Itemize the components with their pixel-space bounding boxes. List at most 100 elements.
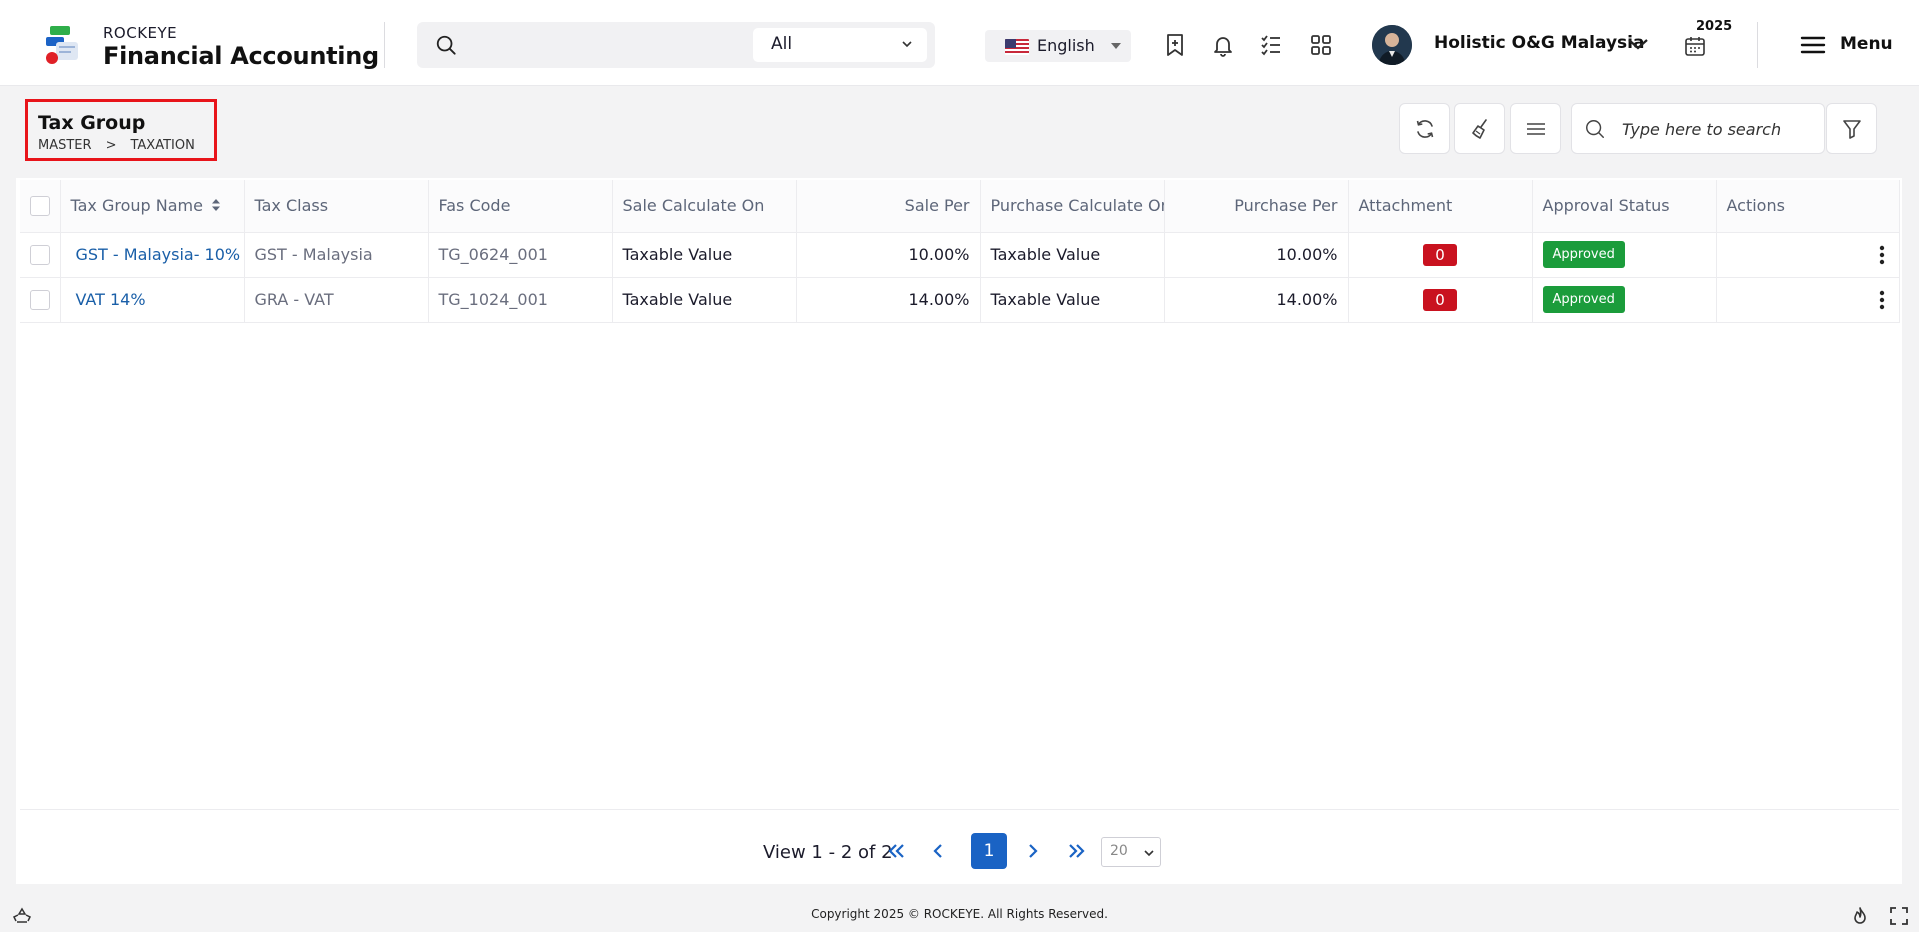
first-page-icon[interactable] xyxy=(885,839,909,863)
task-list-icon[interactable] xyxy=(1258,32,1284,58)
page-title-block: Tax Group MASTER > TAXATION xyxy=(25,99,217,161)
hamburger-icon xyxy=(1800,36,1826,54)
page-size-select[interactable]: 20 xyxy=(1101,837,1161,867)
column-menu-button[interactable] xyxy=(1510,103,1561,154)
grid-panel: Tax Group Name Tax Class Fas Code Sale C… xyxy=(16,178,1902,884)
caret-down-icon xyxy=(1111,43,1121,49)
sale-per-cell: 14.00% xyxy=(796,277,981,323)
fullscreen-icon[interactable] xyxy=(1889,906,1909,926)
table-row[interactable]: GST - Malaysia- 10% GST - Malaysia TG_06… xyxy=(20,232,1900,278)
current-page-button[interactable]: 1 xyxy=(971,833,1007,869)
column-header-fas-code[interactable]: Fas Code xyxy=(428,180,613,233)
column-header-tax-class[interactable]: Tax Class xyxy=(244,180,429,233)
kebab-menu-icon[interactable] xyxy=(1879,245,1885,265)
apps-grid-icon[interactable] xyxy=(1308,32,1334,58)
tax-group-name-link[interactable]: GST - Malaysia- 10% xyxy=(60,232,245,278)
attachment-count-badge[interactable]: 0 xyxy=(1423,243,1457,266)
actions-cell xyxy=(1716,277,1900,323)
fas-code-cell: TG_1024_001 xyxy=(428,277,613,323)
grid-search-input[interactable] xyxy=(1622,116,1812,142)
user-avatar-icon xyxy=(1372,25,1412,65)
search-icon xyxy=(1586,120,1604,138)
sale-calculate-on-cell: Taxable Value xyxy=(612,232,797,278)
approval-status-cell: Approved xyxy=(1532,232,1717,278)
filter-button[interactable] xyxy=(1826,103,1877,154)
app-footer: Copyright 2025 © ROCKEYE. All Rights Res… xyxy=(0,900,1919,932)
language-select[interactable]: English xyxy=(985,30,1131,62)
copyright-text: Copyright 2025 © ROCKEYE. All Rights Res… xyxy=(811,907,1108,921)
column-header-attachment[interactable]: Attachment xyxy=(1348,180,1533,233)
breadcrumb-separator: > xyxy=(105,138,117,153)
breadcrumb: MASTER > TAXATION xyxy=(38,138,214,153)
status-badge: Approved xyxy=(1542,286,1625,313)
global-search[interactable]: All xyxy=(417,22,935,68)
purchase-per-cell: 14.00% xyxy=(1164,277,1349,323)
search-icon xyxy=(436,35,456,55)
menu-label: Menu xyxy=(1840,34,1893,54)
calendar-icon[interactable] xyxy=(1683,34,1707,58)
tax-group-table: Tax Group Name Tax Class Fas Code Sale C… xyxy=(20,180,1900,323)
search-scope-select[interactable]: All xyxy=(753,28,927,62)
column-header-actions: Actions xyxy=(1716,180,1900,233)
kebab-menu-icon[interactable] xyxy=(1879,290,1885,310)
tax-class-cell: GRA - VAT xyxy=(244,277,429,323)
brand-product: Financial Accounting xyxy=(103,42,379,70)
sale-calculate-on-cell: Taxable Value xyxy=(612,277,797,323)
last-page-icon[interactable] xyxy=(1064,839,1088,863)
purchase-calculate-on-cell: Taxable Value xyxy=(980,232,1165,278)
row-select-cell xyxy=(20,232,61,278)
pagination-summary: View 1 - 2 of 2 xyxy=(763,842,893,863)
search-scope-value: All xyxy=(771,34,793,54)
attachment-count-badge[interactable]: 0 xyxy=(1423,288,1457,311)
table-header-row: Tax Group Name Tax Class Fas Code Sale C… xyxy=(20,180,1900,233)
actions-cell xyxy=(1716,232,1900,278)
row-checkbox[interactable] xyxy=(30,289,50,310)
chevron-down-icon xyxy=(1144,850,1154,857)
brand[interactable]: ROCKEYE Financial Accounting xyxy=(103,24,379,70)
company-name[interactable]: Holistic O&G Malaysia xyxy=(1434,33,1644,53)
page-size-value: 20 xyxy=(1110,843,1128,859)
column-header-tax-group-name[interactable]: Tax Group Name xyxy=(60,180,245,233)
bookmark-add-icon[interactable] xyxy=(1162,32,1188,58)
fas-code-cell: TG_0624_001 xyxy=(428,232,613,278)
list-icon xyxy=(1527,123,1545,135)
attachment-cell: 0 xyxy=(1348,277,1533,323)
sale-per-cell: 10.00% xyxy=(796,232,981,278)
us-flag-icon xyxy=(1005,39,1029,55)
chevron-down-icon[interactable] xyxy=(1626,36,1650,52)
attachment-cell: 0 xyxy=(1348,232,1533,278)
breadcrumb-master[interactable]: MASTER xyxy=(38,138,92,153)
broom-icon xyxy=(1472,119,1487,139)
language-label: English xyxy=(1037,36,1095,55)
column-header-purchase-per[interactable]: Purchase Per xyxy=(1164,180,1349,233)
purchase-per-cell: 10.00% xyxy=(1164,232,1349,278)
app-logo-icon xyxy=(46,26,78,64)
refresh-button[interactable] xyxy=(1399,103,1450,154)
approval-status-cell: Approved xyxy=(1532,277,1717,323)
tax-group-name-link[interactable]: VAT 14% xyxy=(60,277,245,323)
column-header-approval-status[interactable]: Approval Status xyxy=(1532,180,1717,233)
fiscal-year: 2025 xyxy=(1696,19,1733,34)
chevron-down-icon xyxy=(902,41,912,48)
previous-page-icon[interactable] xyxy=(926,839,950,863)
header-divider xyxy=(1757,22,1758,68)
filter-icon xyxy=(1843,120,1861,139)
grid-bottom-divider xyxy=(20,809,1899,810)
select-all-cell xyxy=(20,180,61,233)
row-checkbox[interactable] xyxy=(30,244,50,265)
user-avatar[interactable] xyxy=(1372,25,1412,65)
bell-icon[interactable] xyxy=(1210,32,1236,58)
table-row[interactable]: VAT 14% GRA - VAT TG_1024_001 Taxable Va… xyxy=(20,277,1900,323)
tax-class-cell: GST - Malaysia xyxy=(244,232,429,278)
sort-icon[interactable] xyxy=(211,198,221,212)
column-header-sale-calculate-on[interactable]: Sale Calculate On xyxy=(612,180,797,233)
refresh-icon xyxy=(1416,120,1434,138)
clear-filters-button[interactable] xyxy=(1454,103,1505,154)
column-header-sale-per[interactable]: Sale Per xyxy=(796,180,981,233)
column-header-purchase-calculate-on[interactable]: Purchase Calculate On xyxy=(980,180,1165,233)
grid-search[interactable] xyxy=(1571,103,1825,154)
app-header: ROCKEYE Financial Accounting All English… xyxy=(0,0,1919,86)
select-all-checkbox[interactable] xyxy=(30,196,50,216)
flame-icon[interactable] xyxy=(1850,906,1870,926)
next-page-icon[interactable] xyxy=(1021,839,1045,863)
